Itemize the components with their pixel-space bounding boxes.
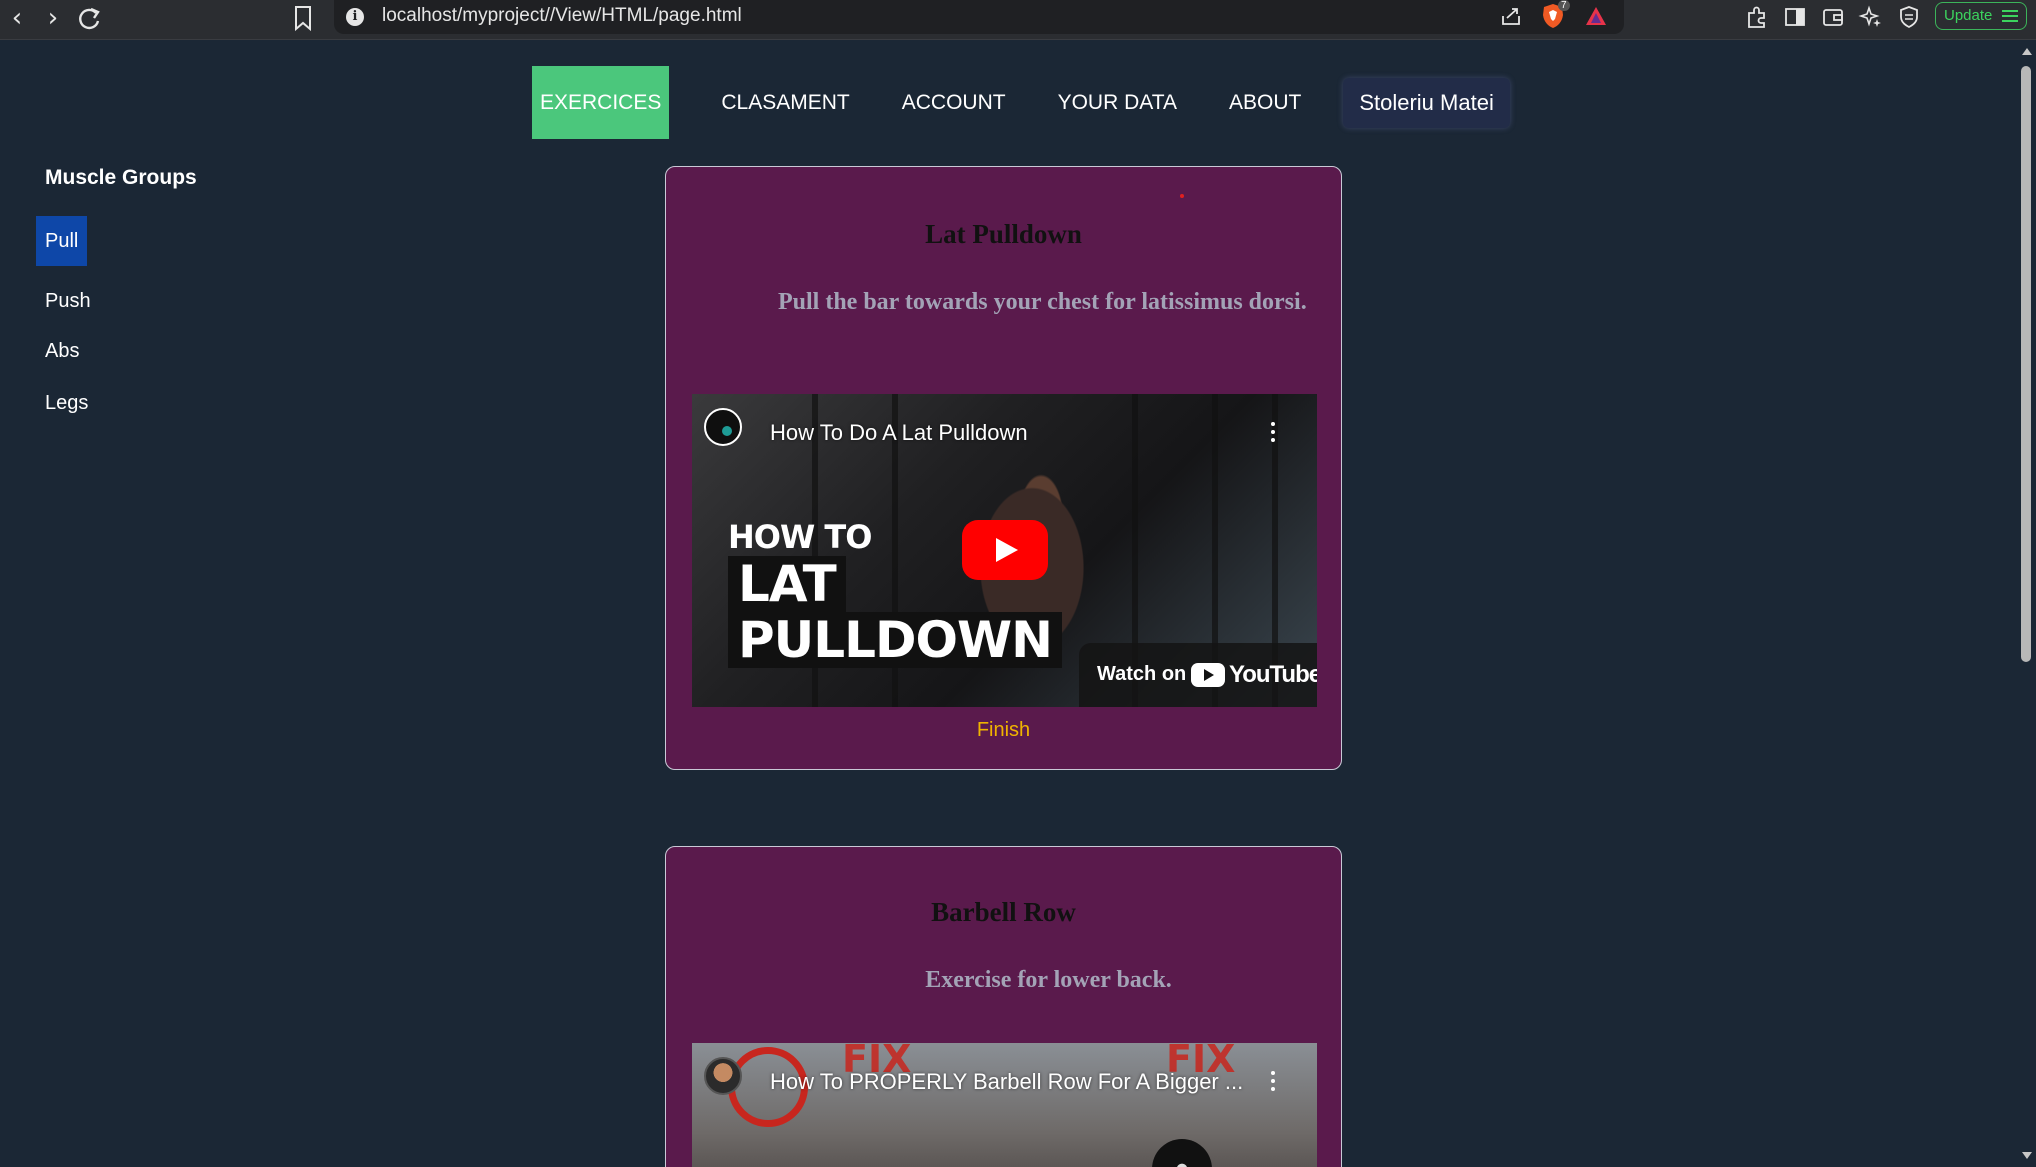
exercise-card: Barbell Row Exercise for lower back. FIX…: [665, 846, 1342, 1167]
rewards-icon[interactable]: [1584, 4, 1608, 28]
scroll-down-arrow-icon[interactable]: [2022, 1152, 2032, 1159]
user-name-badge[interactable]: Stoleriu Matei: [1343, 77, 1510, 128]
update-button[interactable]: Update: [1935, 2, 2027, 30]
extensions-icon[interactable]: [1744, 4, 1770, 30]
youtube-wordmark: YouTube: [1229, 661, 1317, 688]
watch-on-label: Watch on: [1097, 663, 1187, 685]
channel-avatar[interactable]: [704, 408, 742, 446]
shield-count-badge: 7: [1558, 0, 1570, 11]
more-options-icon[interactable]: [1271, 1071, 1275, 1091]
exercise-card: Lat Pulldown Pull the bar towards your c…: [665, 166, 1342, 770]
sidebar-item-pull[interactable]: Pull: [36, 216, 88, 266]
thumbnail-word-lat: LAT: [728, 556, 846, 612]
exercise-description: Exercise for lower back.: [925, 967, 1172, 993]
thumbnail-caption-top: HOW TO: [728, 518, 872, 556]
video-title[interactable]: How To PROPERLY Barbell Row For A Bigger…: [770, 1069, 1243, 1095]
sidebar-item-push[interactable]: Push: [36, 276, 100, 326]
watch-on-youtube-button[interactable]: Watch on YouTube: [1079, 643, 1317, 707]
finish-button[interactable]: Finish: [666, 719, 1341, 742]
nav-clasament[interactable]: CLASAMENT: [713, 66, 857, 139]
channel-avatar[interactable]: [704, 1057, 742, 1095]
more-options-icon[interactable]: [1271, 422, 1275, 442]
barbell-plate-icon: [1152, 1139, 1212, 1167]
exercise-title: Lat Pulldown: [925, 219, 1082, 249]
main-nav: EXERCICES CLASAMENT ACCOUNT YOUR DATA AB…: [532, 66, 1510, 139]
share-icon[interactable]: [1499, 4, 1523, 28]
nav-exercices[interactable]: EXERCICES: [532, 66, 670, 139]
reload-icon[interactable]: [72, 3, 106, 35]
sidebar-item-legs[interactable]: Legs: [36, 378, 97, 428]
leo-ai-icon[interactable]: [1858, 4, 1884, 30]
decorative-dot: [1180, 194, 1184, 198]
play-button[interactable]: [962, 520, 1048, 580]
nav-about[interactable]: ABOUT: [1221, 66, 1309, 139]
browser-toolbar: ‹ › i localhost/myproject//View/HTML/pag…: [0, 0, 2036, 40]
video-embed[interactable]: FIX FIX How To PROPERLY Barbell Row For …: [692, 1043, 1317, 1167]
nav-your-data[interactable]: YOUR DATA: [1050, 66, 1185, 139]
address-bar[interactable]: i localhost/myproject//View/HTML/page.ht…: [334, 0, 1624, 34]
nav-account[interactable]: ACCOUNT: [894, 66, 1014, 139]
scroll-thumb[interactable]: [2021, 66, 2031, 662]
video-embed[interactable]: How To Do A Lat Pulldown HOW TO LAT PULL…: [692, 394, 1317, 707]
sidebar-item-abs[interactable]: Abs: [36, 326, 88, 376]
youtube-logo-icon: [1191, 663, 1225, 687]
thumbnail-word-pulldown: PULLDOWN: [728, 612, 1062, 668]
vpn-shield-icon[interactable]: [1896, 4, 1922, 30]
scroll-up-arrow-icon[interactable]: [2022, 48, 2032, 55]
sidebar-title: Muscle Groups: [45, 166, 197, 189]
sidebar-toggle-icon[interactable]: [1782, 4, 1808, 30]
video-title[interactable]: How To Do A Lat Pulldown: [770, 420, 1028, 446]
url-text[interactable]: localhost/myproject//View/HTML/page.html: [382, 5, 742, 27]
back-icon[interactable]: ‹: [0, 2, 34, 34]
menu-icon: [2002, 10, 2018, 22]
exercise-title: Barbell Row: [931, 897, 1076, 927]
bookmark-icon[interactable]: [292, 4, 314, 32]
wallet-icon[interactable]: [1820, 4, 1846, 30]
site-info-icon[interactable]: i: [346, 8, 364, 26]
update-label: Update: [1944, 7, 1993, 24]
exercise-description: Pull the bar towards your chest for lati…: [778, 289, 1307, 315]
page-scrollbar[interactable]: [2016, 40, 2036, 1167]
forward-icon[interactable]: ›: [36, 2, 70, 34]
